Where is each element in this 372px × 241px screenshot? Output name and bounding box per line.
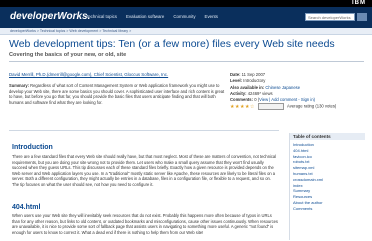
comments-add-link[interactable]: | Add comment - Sign in) — [268, 97, 315, 102]
intro-text: There are a few standard files that ever… — [12, 154, 277, 187]
comments-label: Comments: — [230, 97, 254, 103]
intro-heading: Introduction — [12, 144, 53, 151]
magnifier-icon[interactable] — [357, 13, 367, 21]
summary: Summary: Regardless of what sort of Cont… — [9, 83, 227, 105]
main-nav: Technical topics Evaluation software Com… — [86, 14, 227, 19]
developerworks-logo[interactable]: developerWorks. — [10, 11, 90, 22]
table-of-contents: Table of contents Introduction 404.html … — [289, 133, 365, 240]
toc-item[interactable]: Comments — [290, 206, 365, 212]
summary-label: Summary: — [9, 83, 30, 88]
article-meta: Date: 11 Sep 2007 Level: Introductory Al… — [230, 72, 364, 111]
summary-text: Regardless of what sort of Content Manag… — [9, 83, 225, 105]
rating-select[interactable] — [258, 103, 285, 111]
page-subtitle: Covering the basics of your new, or old,… — [9, 52, 127, 58]
date-value: 11 Sep 2007 — [241, 72, 266, 77]
author-link[interactable]: David Merrill, Ph.D.(dmerrill@google.com… — [9, 72, 168, 77]
rating-text: Average rating (130 votes) — [287, 104, 337, 110]
activity-label: Activity: — [230, 90, 247, 96]
title-divider — [9, 61, 364, 62]
breadcrumb[interactable]: developerWorks > Technical topics > Web … — [10, 28, 131, 34]
rating-stars-icon[interactable]: ★★★★☆ — [230, 104, 255, 110]
author-line: David Merrill, Ph.D.(dmerrill@google.com… — [9, 72, 168, 77]
search-input[interactable]: Search developerWorks — [305, 13, 355, 21]
also-label: Also available in: — [230, 84, 265, 90]
nav-evaluation-software[interactable]: Evaluation software — [126, 14, 164, 19]
also-value[interactable]: Chinese Japanese — [265, 85, 300, 90]
ibm-logo[interactable]: IBM — [352, 0, 366, 7]
ibm-top-bar: IBM — [0, 0, 372, 7]
page-title: Web development tips: Ten (or a few more… — [9, 38, 335, 50]
toc-title: Table of contents — [290, 133, 365, 140]
nav-events[interactable]: Events — [205, 14, 218, 19]
level-label: Level: — [230, 78, 243, 84]
activity-value: 42469* views — [247, 90, 273, 96]
nav-technical-topics[interactable]: Technical topics — [86, 14, 117, 19]
date-label: Date: — [230, 72, 241, 77]
section-404-heading: 404.html — [12, 204, 41, 211]
comments-view-link[interactable]: View — [259, 97, 268, 102]
nav-community[interactable]: Community — [173, 14, 195, 19]
level-value: Introductory — [243, 78, 266, 84]
section-404-text: When users use your Web site they will i… — [12, 213, 278, 235]
